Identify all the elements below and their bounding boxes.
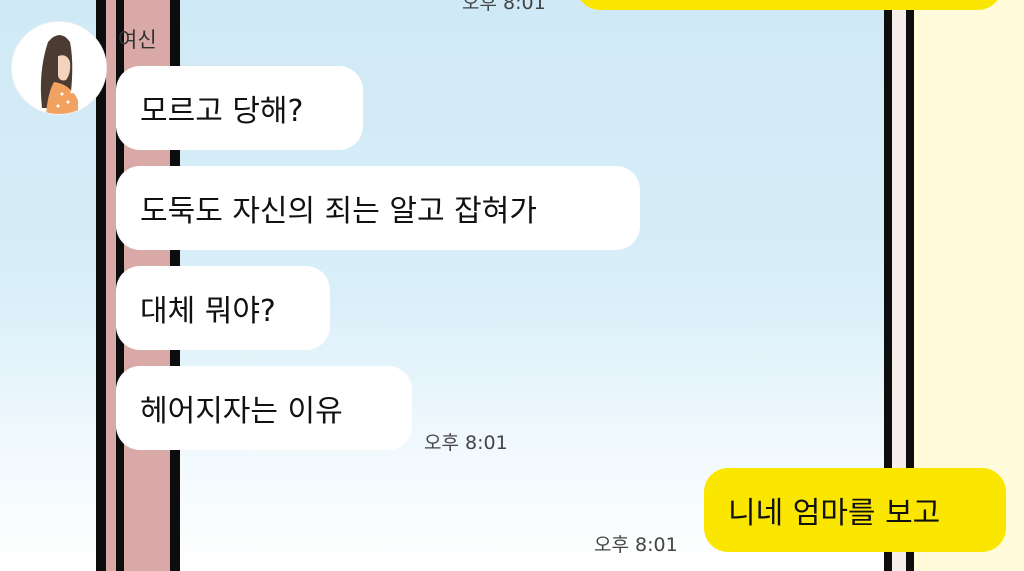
woman-avatar-icon [12,22,106,114]
message-bubble[interactable]: 대체 뭐야? [116,266,330,350]
top-timestamp: 오후 8:01 [462,0,546,14]
message-text: 모르고 당해? [140,94,304,129]
received-timestamp: 오후 8:01 [424,432,508,454]
sent-message-bubble[interactable]: 니네 엄마를 보고 [704,468,1006,552]
avatar[interactable] [12,22,106,114]
message-bubble[interactable]: 도둑도 자신의 죄는 알고 잡혀가 [116,166,640,250]
message-bubble[interactable]: 헤어지자는 이유 [116,366,412,450]
message-text: 도둑도 자신의 죄는 알고 잡혀가 [140,194,537,229]
message-bubble[interactable]: 모르고 당해? [116,66,363,150]
sent-timestamp: 오후 8:01 [594,534,678,556]
message-text: 대체 뭐야? [140,294,276,329]
message-text: 니네 엄마를 보고 [728,496,941,531]
sender-name: 여신 [118,28,157,52]
message-text: 헤어지자는 이유 [140,394,343,429]
previous-sent-bubble[interactable] [576,0,1002,10]
